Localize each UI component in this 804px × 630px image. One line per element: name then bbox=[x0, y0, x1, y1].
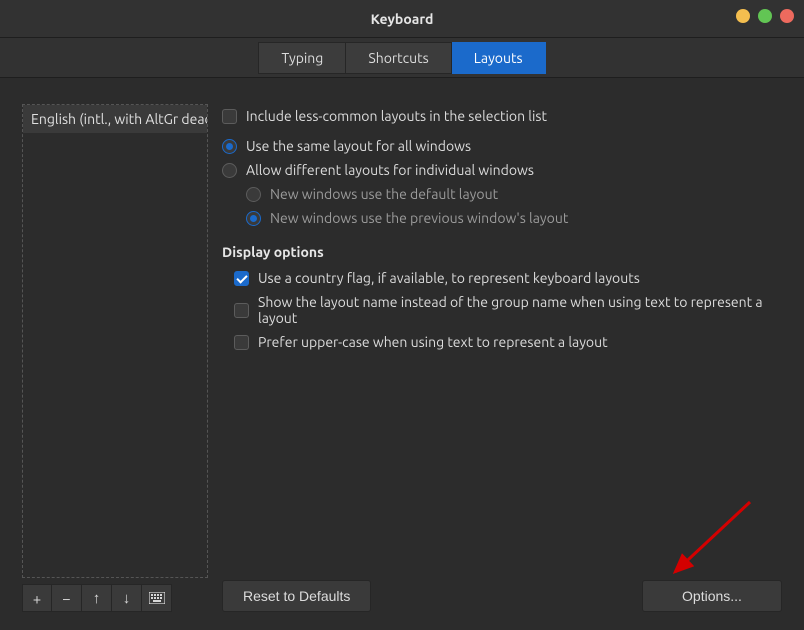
move-down-button[interactable]: ↓ bbox=[112, 584, 142, 612]
row-include-less-common[interactable]: Include less-common layouts in the selec… bbox=[222, 104, 782, 128]
checkbox-layout-name[interactable] bbox=[234, 303, 249, 318]
keyboard-preview-button[interactable] bbox=[142, 584, 172, 612]
label-include-less-common: Include less-common layouts in the selec… bbox=[246, 108, 547, 124]
row-layout-name[interactable]: Show the layout name instead of the grou… bbox=[222, 290, 782, 330]
row-new-default: New windows use the default layout bbox=[222, 182, 782, 206]
content-area: English (intl., with AltGr dead k + − ↑ … bbox=[0, 78, 804, 630]
minimize-icon[interactable] bbox=[736, 9, 750, 23]
window-title: Keyboard bbox=[371, 11, 434, 27]
label-new-default: New windows use the default layout bbox=[270, 186, 498, 202]
row-allow-different[interactable]: Allow different layouts for individual w… bbox=[222, 158, 782, 182]
radio-allow-different[interactable] bbox=[222, 163, 237, 178]
maximize-icon[interactable] bbox=[758, 9, 772, 23]
radio-new-default bbox=[246, 187, 261, 202]
options-button[interactable]: Options... bbox=[642, 580, 782, 612]
close-icon[interactable] bbox=[780, 9, 794, 23]
radio-same-layout[interactable] bbox=[222, 139, 237, 154]
checkbox-include-less-common[interactable] bbox=[222, 109, 237, 124]
label-layout-name: Show the layout name instead of the grou… bbox=[258, 294, 782, 326]
reset-button[interactable]: Reset to Defaults bbox=[222, 580, 371, 612]
radio-new-previous bbox=[246, 211, 261, 226]
label-new-previous: New windows use the previous window's la… bbox=[270, 210, 568, 226]
row-country-flag[interactable]: Use a country flag, if available, to rep… bbox=[222, 266, 782, 290]
plus-icon: + bbox=[33, 590, 41, 607]
list-item[interactable]: English (intl., with AltGr dead k bbox=[23, 105, 207, 133]
label-upper-case: Prefer upper-case when using text to rep… bbox=[258, 334, 608, 350]
arrow-down-icon: ↓ bbox=[123, 589, 131, 607]
keyboard-icon bbox=[149, 592, 165, 604]
label-same-layout: Use the same layout for all windows bbox=[246, 138, 471, 154]
layout-list[interactable]: English (intl., with AltGr dead k bbox=[22, 104, 208, 578]
layout-list-toolbar: + − ↑ ↓ bbox=[22, 584, 208, 612]
settings-panel: Include less-common layouts in the selec… bbox=[222, 104, 782, 612]
display-options-heading: Display options bbox=[222, 244, 782, 260]
layouts-sidebar: English (intl., with AltGr dead k + − ↑ … bbox=[22, 104, 208, 612]
checkbox-country-flag[interactable] bbox=[234, 271, 249, 286]
tab-shortcuts[interactable]: Shortcuts bbox=[346, 42, 451, 74]
row-upper-case[interactable]: Prefer upper-case when using text to rep… bbox=[222, 330, 782, 354]
row-same-layout[interactable]: Use the same layout for all windows bbox=[222, 134, 782, 158]
minus-icon: − bbox=[62, 590, 70, 607]
row-new-previous: New windows use the previous window's la… bbox=[222, 206, 782, 230]
tab-layouts[interactable]: Layouts bbox=[452, 42, 546, 74]
add-button[interactable]: + bbox=[22, 584, 52, 612]
titlebar: Keyboard bbox=[0, 0, 804, 38]
label-country-flag: Use a country flag, if available, to rep… bbox=[258, 270, 640, 286]
label-allow-different: Allow different layouts for individual w… bbox=[246, 162, 534, 178]
checkbox-upper-case[interactable] bbox=[234, 335, 249, 350]
tab-bar: Typing Shortcuts Layouts bbox=[0, 38, 804, 78]
arrow-up-icon: ↑ bbox=[93, 589, 101, 607]
move-up-button[interactable]: ↑ bbox=[82, 584, 112, 612]
window-buttons bbox=[736, 9, 794, 23]
tab-typing[interactable]: Typing bbox=[258, 42, 346, 74]
remove-button[interactable]: − bbox=[52, 584, 82, 612]
